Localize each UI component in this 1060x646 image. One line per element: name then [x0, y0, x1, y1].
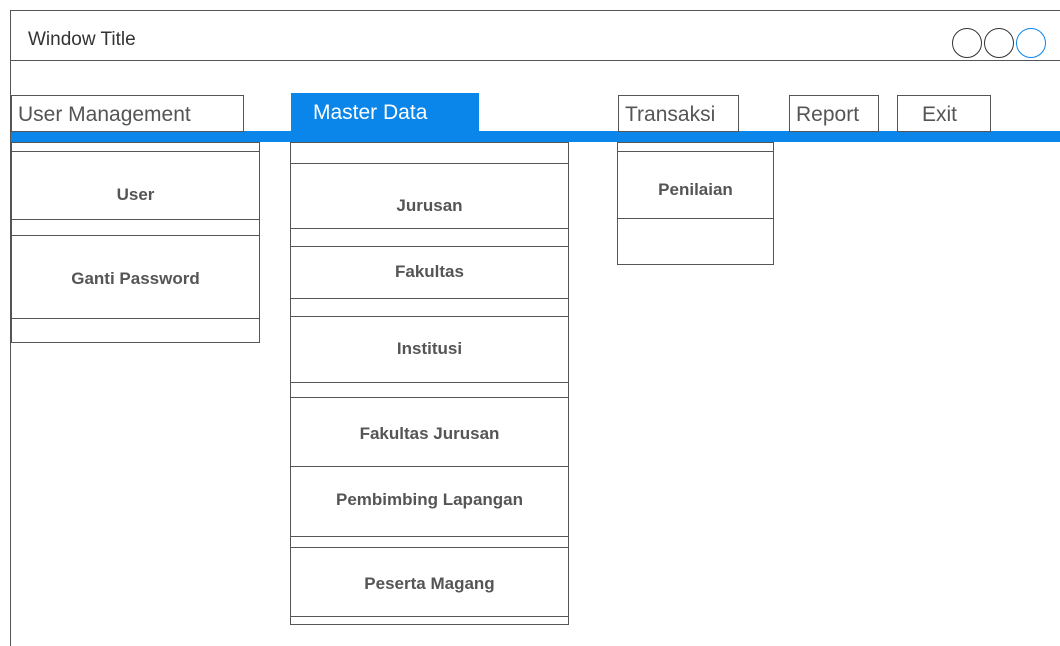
tab-label: Master Data	[313, 101, 428, 124]
transaksi-dropdown: Penilaian	[617, 142, 774, 265]
tab-label: Exit	[922, 103, 958, 126]
close-control[interactable]	[1016, 28, 1046, 58]
menu-item-institusi[interactable]: Institusi	[291, 316, 568, 383]
menu-item-peserta-magang[interactable]: Peserta Magang	[291, 547, 568, 617]
menu-item-ganti-password[interactable]: Ganti Password	[12, 235, 259, 319]
tab-transaksi[interactable]: Transaksi	[618, 95, 739, 132]
tab-master-data[interactable]: Master Data	[291, 93, 479, 132]
minimize-control[interactable]	[952, 28, 982, 58]
tab-exit[interactable]: Exit	[897, 95, 991, 132]
menu-item-label: Pembimbing Lapangan	[335, 490, 524, 509]
window-title: Window Title	[28, 29, 136, 50]
menu-item-fakultas[interactable]: Fakultas	[291, 246, 568, 299]
menu-item-label: Fakultas Jurusan	[359, 424, 500, 443]
tab-report[interactable]: Report	[789, 95, 879, 132]
app-window: Window Title User Management Master Data…	[10, 10, 1060, 646]
user-management-dropdown: User Ganti Password	[11, 142, 260, 343]
tab-user-management[interactable]: User Management	[11, 95, 244, 132]
menu-item-label: Institusi	[396, 339, 463, 358]
tab-label: User Management	[18, 103, 191, 126]
menu-item-jurusan[interactable]: Jurusan	[291, 163, 568, 229]
menu-item-label: Peserta Magang	[364, 574, 495, 593]
menu-item-label: Penilaian	[658, 180, 733, 199]
maximize-control[interactable]	[984, 28, 1014, 58]
menu-item-fakultas-jurusan[interactable]: Fakultas Jurusan	[291, 397, 568, 467]
tab-label: Report	[796, 103, 860, 126]
menu-item-user[interactable]: User	[12, 151, 259, 220]
menu-item-label: Fakultas	[395, 262, 464, 281]
menu-bar-underline	[11, 131, 1060, 142]
menu-item-label: Jurusan	[396, 196, 463, 215]
title-bar: Window Title	[11, 11, 1060, 61]
menu-item-pembimbing-lapangan[interactable]: Pembimbing Lapangan	[291, 466, 568, 537]
menu-item-penilaian[interactable]: Penilaian	[618, 151, 773, 219]
tab-label: Transaksi	[625, 103, 716, 126]
menu-item-label: Ganti Password	[71, 269, 200, 288]
master-data-dropdown: Jurusan Fakultas Institusi Fakultas Juru…	[290, 142, 569, 625]
menu-item-label: User	[116, 185, 155, 204]
